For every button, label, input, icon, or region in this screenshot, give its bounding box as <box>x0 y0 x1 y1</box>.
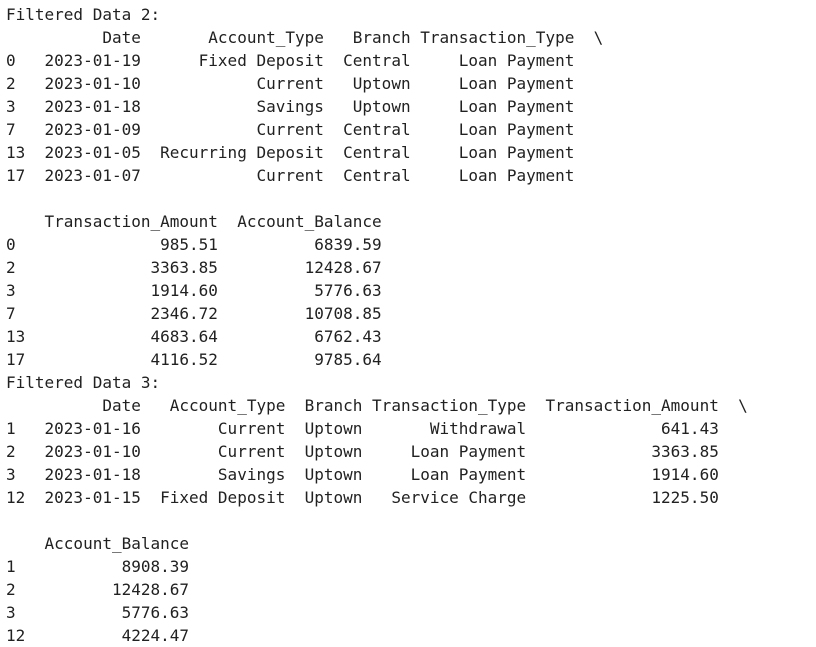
table-row: 1 8908.39 <box>6 557 190 576</box>
table-row: 3 2023-01-18 Savings Uptown Loan Payment <box>6 97 575 116</box>
table-row: 3 1914.60 5776.63 <box>6 281 382 300</box>
notebook-output: Filtered Data 2: Date Account_Type Branc… <box>0 0 816 647</box>
table-row: 2 2023-01-10 Current Uptown Loan Payment… <box>6 442 719 461</box>
output-heading-filtered-data-3: Filtered Data 3: <box>6 373 161 392</box>
table-row: 13 4683.64 6762.43 <box>6 327 382 346</box>
table-row: 17 4116.52 9785.64 <box>6 350 382 369</box>
table-row: 3 2023-01-18 Savings Uptown Loan Payment… <box>6 465 719 484</box>
table-row: 2 2023-01-10 Current Uptown Loan Payment <box>6 74 575 93</box>
table-header-row: Date Account_Type Branch Transaction_Typ… <box>6 396 748 415</box>
table-row: 7 2023-01-09 Current Central Loan Paymen… <box>6 120 575 139</box>
table-header-row: Date Account_Type Branch Transaction_Typ… <box>6 28 604 47</box>
table-header-row: Account_Balance <box>6 534 190 553</box>
table-row: 0 2023-01-19 Fixed Deposit Central Loan … <box>6 51 575 70</box>
table-row: 7 2346.72 10708.85 <box>6 304 382 323</box>
table-row: 3 5776.63 <box>6 603 190 622</box>
table-row: 2 12428.67 <box>6 580 190 599</box>
table-row: 17 2023-01-07 Current Central Loan Payme… <box>6 166 575 185</box>
output-heading-filtered-data-2: Filtered Data 2: <box>6 5 161 24</box>
table-row: 12 2023-01-15 Fixed Deposit Uptown Servi… <box>6 488 719 507</box>
table-row: 0 985.51 6839.59 <box>6 235 382 254</box>
table-row: 12 4224.47 <box>6 626 190 645</box>
table-row: 2 3363.85 12428.67 <box>6 258 382 277</box>
table-header-row: Transaction_Amount Account_Balance <box>6 212 382 231</box>
table-row: 13 2023-01-05 Recurring Deposit Central … <box>6 143 575 162</box>
table-row: 1 2023-01-16 Current Uptown Withdrawal 6… <box>6 419 719 438</box>
